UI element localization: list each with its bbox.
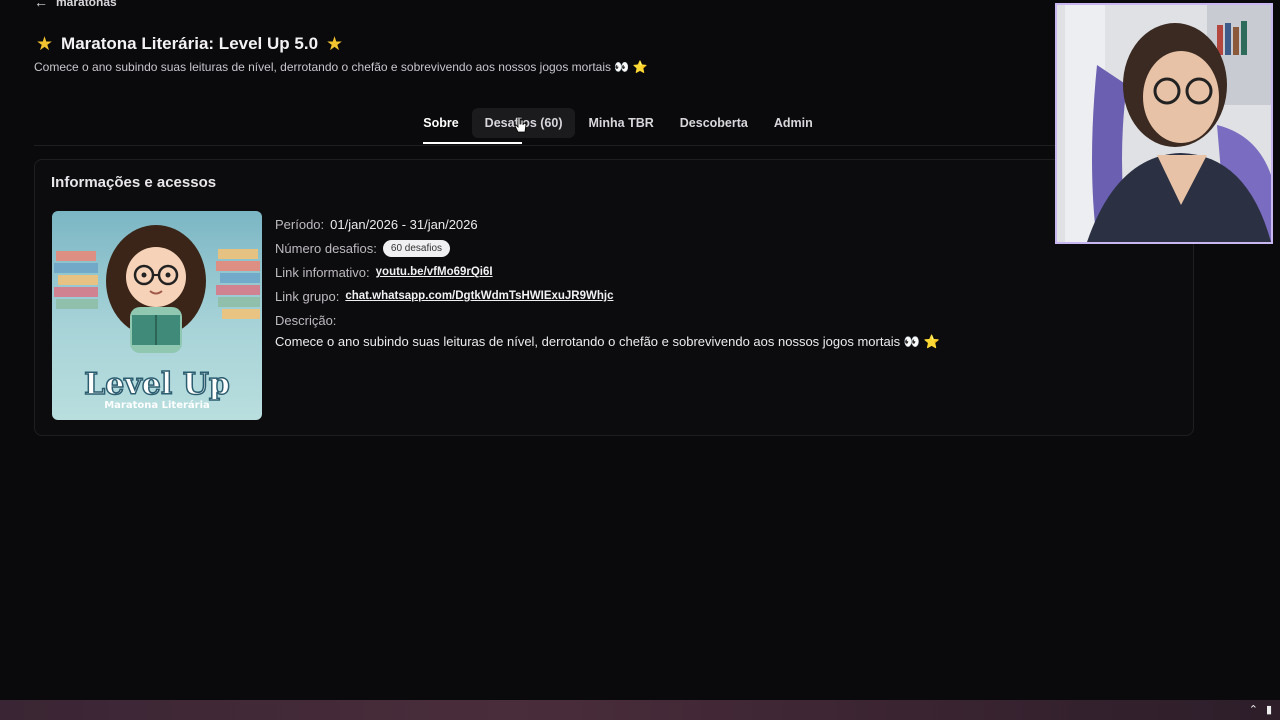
usb-icon[interactable]: ▮ [1266, 703, 1272, 716]
group-link[interactable]: chat.whatsapp.com/DgtkWdmTsHWIExuJR9Whjc [345, 290, 613, 302]
tab-sobre[interactable]: Sobre [410, 108, 523, 144]
description-emoji: 👀 ⭐ [903, 334, 940, 349]
tab-minha-tbr[interactable]: Minha TBR [575, 108, 666, 138]
system-tray: ⌃ ▮ [1249, 703, 1272, 716]
back-link-label: maratonas [56, 0, 117, 9]
chevron-up-icon[interactable]: ⌃ [1249, 703, 1258, 716]
webcam-feed [1057, 5, 1271, 242]
cover-subtitle: Maratona Literária [104, 399, 210, 411]
subtitle-text: Comece o ano subindo suas leituras de ní… [34, 60, 612, 74]
period-row: Período: 01/jan/2026 - 31/jan/2026 [275, 212, 940, 236]
challenges-label: Número desafios: [275, 240, 377, 256]
tab-admin[interactable]: Admin [761, 108, 826, 138]
info-details: Período: 01/jan/2026 - 31/jan/2026 Númer… [275, 212, 940, 350]
subtitle-emoji: 👀 ⭐ [614, 60, 648, 74]
period-label: Período: [275, 216, 325, 232]
cover-title: Level Up [84, 367, 230, 402]
taskbar: ⌃ ▮ [0, 700, 1280, 720]
marathon-cover-image: Level Up Maratona Literária [52, 211, 262, 420]
card-title: Informações e acessos [51, 174, 217, 191]
period-value: 01/jan/2026 - 31/jan/2026 [330, 216, 478, 232]
info-card: Informações e acessos Level Up Maratona … [34, 159, 1194, 436]
group-link-row: Link grupo: chat.whatsapp.com/DgtkWdmTsH… [275, 284, 940, 308]
info-link-row: Link informativo: youtu.be/vfMo69rQi6I [275, 260, 940, 284]
description-text: Comece o ano subindo suas leituras de ní… [275, 334, 940, 350]
info-link[interactable]: youtu.be/vfMo69rQi6I [376, 266, 493, 278]
challenges-row: Número desafios: 60 desafios [275, 236, 940, 260]
page-title-row: ★ Maratona Literária: Level Up 5.0 ★ [36, 34, 343, 54]
group-link-label: Link grupo: [275, 288, 340, 304]
description-value: Comece o ano subindo suas leituras de ní… [275, 334, 901, 349]
star-icon: ★ [326, 33, 344, 55]
back-link[interactable]: ← maratonas [34, 0, 117, 10]
webcam-overlay [1055, 3, 1273, 244]
description-label: Descrição: [275, 312, 337, 328]
description-label-row: Descrição: [275, 308, 940, 332]
challenges-badge: 60 desafios [382, 239, 451, 257]
mouse-cursor-icon [514, 116, 527, 133]
cover-illustration: Level Up Maratona Literária [54, 225, 260, 411]
page-title: Maratona Literária: Level Up 5.0 [61, 34, 319, 53]
star-icon: ★ [36, 33, 54, 55]
arrow-left-icon: ← [34, 0, 48, 10]
tabs-divider [34, 145, 1195, 146]
tab-descoberta[interactable]: Descoberta [667, 108, 761, 138]
info-link-label: Link informativo: [275, 264, 370, 280]
page-subtitle: Comece o ano subindo suas leituras de ní… [34, 60, 648, 74]
tab-bar: Sobre Desafios (60) Minha TBR Descoberta… [0, 108, 1196, 144]
